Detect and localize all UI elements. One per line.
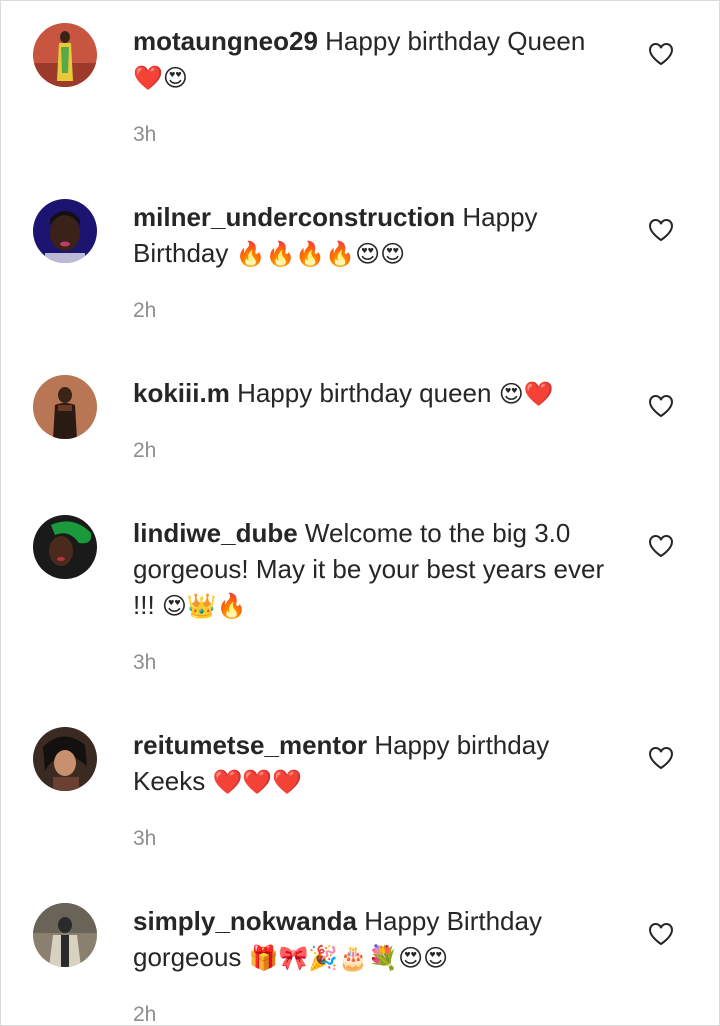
comment-username[interactable]: kokiii.m — [133, 378, 230, 408]
avatar-image — [33, 903, 97, 967]
avatar-image — [33, 727, 97, 791]
comment-body: simply_nokwanda Happy Birthday gorgeous … — [133, 903, 623, 976]
heart-outline-icon — [649, 43, 673, 65]
comment-username[interactable]: motaungneo29 — [133, 26, 318, 56]
comment-username[interactable]: reitumetse_mentor — [133, 730, 367, 760]
comment-timestamp: 2h — [133, 439, 157, 462]
comment-username[interactable]: milner_underconstruction — [133, 202, 455, 232]
comment-timestamp: 3h — [133, 651, 157, 674]
comment-emoji: ❤️😍 — [133, 64, 188, 92]
comment-body: kokiii.m Happy birthday queen 😍❤️ — [133, 375, 623, 412]
comment-emoji: 🔥🔥🔥🔥😍😍 — [235, 240, 406, 268]
comments-list: motaungneo29 Happy birthday Queen ❤️😍 3h… — [0, 0, 720, 1026]
comment-emoji: ❤️❤️❤️ — [212, 768, 303, 796]
comment-body: milner_underconstruction Happy Birthday … — [133, 199, 623, 272]
like-button[interactable] — [648, 534, 674, 558]
avatar-image — [33, 23, 97, 87]
comment-emoji: 😍👑🔥 — [161, 592, 247, 620]
avatar[interactable] — [33, 903, 97, 967]
like-button[interactable] — [648, 42, 674, 66]
comment-timestamp: 3h — [133, 827, 157, 850]
comment-text: Happy birthday Queen — [325, 26, 586, 56]
heart-outline-icon — [649, 395, 673, 417]
avatar-image — [33, 375, 97, 439]
comment-body: lindiwe_dube Welcome to the big 3.0 gorg… — [133, 515, 623, 624]
comment-text: Happy birthday queen — [237, 378, 492, 408]
avatar[interactable] — [33, 515, 97, 579]
avatar[interactable] — [33, 375, 97, 439]
comment-emoji: 😍❤️ — [498, 380, 554, 408]
heart-outline-icon — [649, 219, 673, 241]
comment-timestamp: 2h — [133, 299, 157, 322]
like-button[interactable] — [648, 218, 674, 242]
comment-username[interactable]: simply_nokwanda — [133, 906, 357, 936]
comment-body: reitumetse_mentor Happy birthday Keeks ❤… — [133, 727, 623, 800]
like-button[interactable] — [648, 922, 674, 946]
heart-outline-icon — [649, 535, 673, 557]
avatar[interactable] — [33, 199, 97, 263]
heart-outline-icon — [649, 923, 673, 945]
like-button[interactable] — [648, 394, 674, 418]
heart-outline-icon — [649, 747, 673, 769]
avatar[interactable] — [33, 23, 97, 87]
like-button[interactable] — [648, 746, 674, 770]
comment-timestamp: 3h — [133, 123, 157, 146]
avatar-image — [33, 199, 97, 263]
comment-body: motaungneo29 Happy birthday Queen ❤️😍 — [133, 23, 623, 96]
avatar-image — [33, 515, 97, 579]
comment-timestamp: 2h — [133, 1003, 157, 1026]
avatar[interactable] — [33, 727, 97, 791]
comment-emoji: 🎁🎀🎉🎂💐😍😍 — [248, 944, 449, 972]
comment-username[interactable]: lindiwe_dube — [133, 518, 298, 548]
